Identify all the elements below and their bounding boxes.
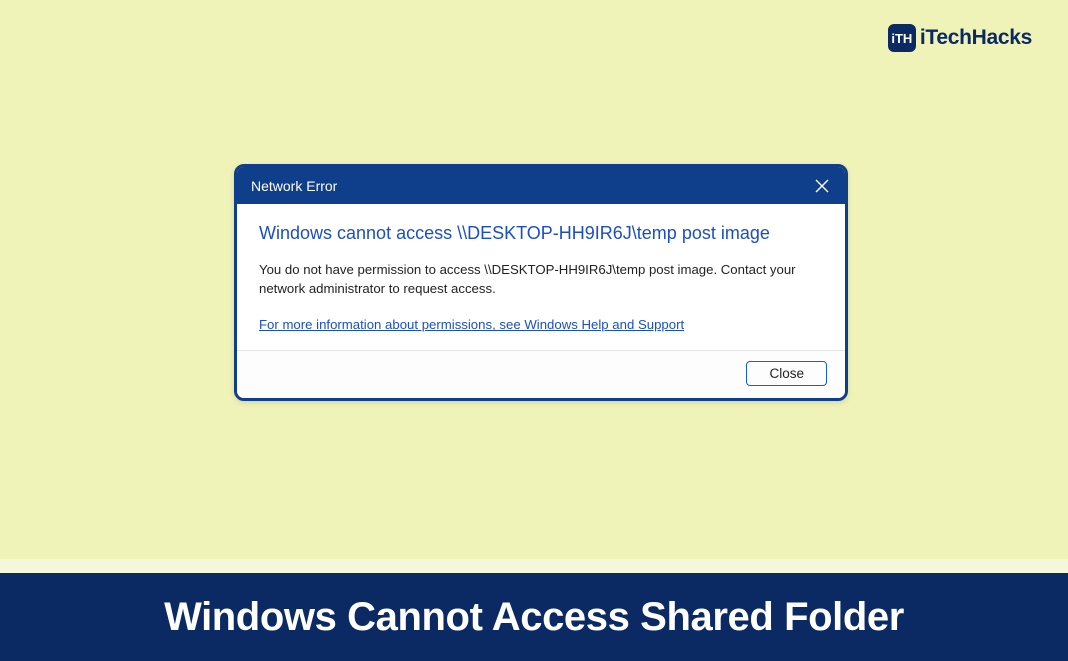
watermark-logo: iTH iTechHacks xyxy=(888,24,1032,52)
divider-strip xyxy=(0,559,1068,573)
dialog-footer: Close xyxy=(237,350,845,398)
banner-text: Windows Cannot Access Shared Folder xyxy=(164,595,904,640)
bottom-banner: Windows Cannot Access Shared Folder xyxy=(0,573,1068,661)
content-text: You do not have permission to access \\D… xyxy=(259,261,823,298)
dialog-titlebar: Network Error xyxy=(237,167,845,204)
watermark-icon-text: iTH xyxy=(891,31,912,46)
watermark-label: iTechHacks xyxy=(920,26,1032,50)
network-error-dialog: Network Error Windows cannot access \\DE… xyxy=(234,164,848,401)
close-button[interactable]: Close xyxy=(746,361,827,386)
close-icon[interactable] xyxy=(813,177,831,195)
watermark-icon: iTH xyxy=(888,24,916,52)
dialog-body: Windows cannot access \\DESKTOP-HH9IR6J\… xyxy=(237,204,845,350)
dialog-title: Network Error xyxy=(251,178,337,194)
main-instruction: Windows cannot access \\DESKTOP-HH9IR6J\… xyxy=(259,222,823,245)
help-link[interactable]: For more information about permissions, … xyxy=(259,317,684,332)
